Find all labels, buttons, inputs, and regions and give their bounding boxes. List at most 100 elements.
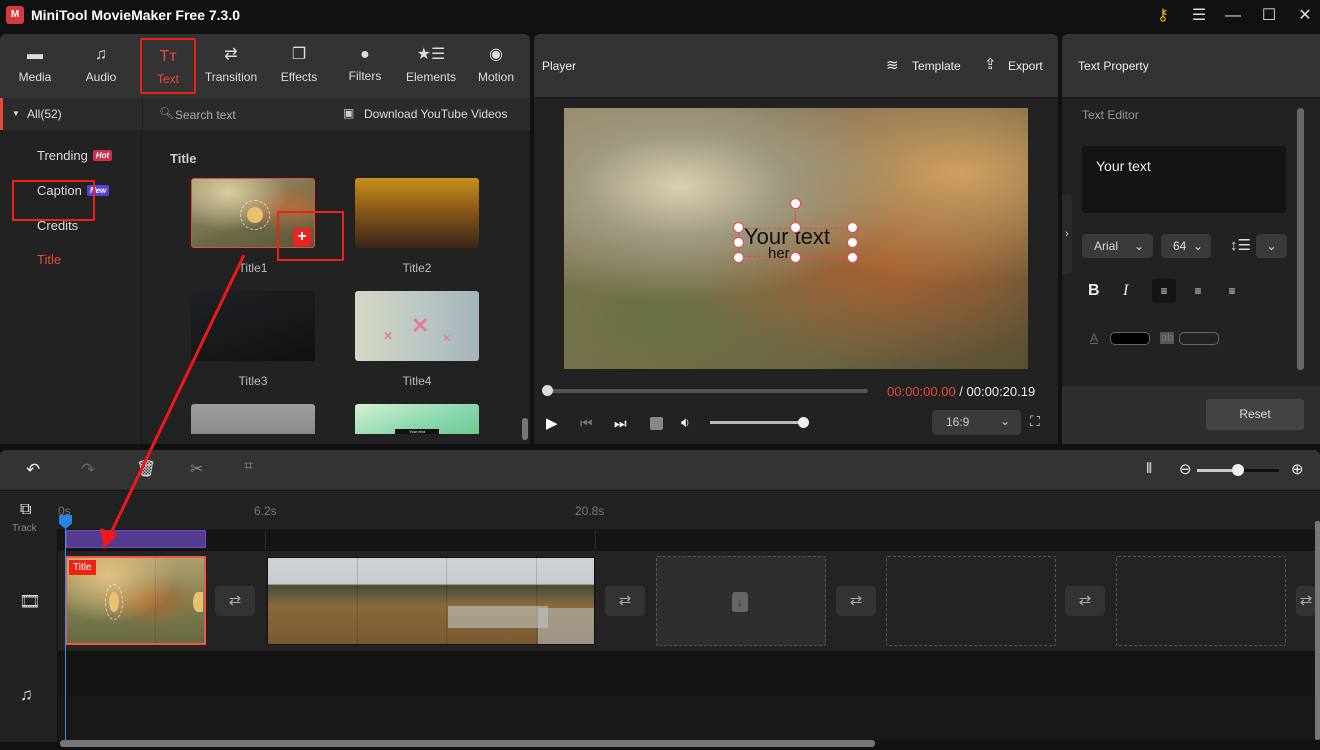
text-library: 🔍︎ Search text ▣ Download YouTube Videos…	[143, 98, 530, 444]
align-right-button[interactable]: ≡	[1220, 279, 1244, 303]
thumb-label: Title2	[402, 261, 432, 275]
transition-slot[interactable]: ⇄	[215, 586, 255, 616]
export-button[interactable]: Export	[1008, 59, 1043, 73]
volume-icon[interactable]: 🔉︎	[681, 414, 690, 431]
transition-slot[interactable]: ⇄	[1296, 586, 1316, 616]
resize-handle[interactable]	[733, 252, 744, 263]
seek-handle[interactable]	[542, 385, 553, 396]
empty-clip-slot[interactable]	[1116, 556, 1286, 646]
empty-clip-slot[interactable]	[886, 556, 1056, 646]
property-scrollbar[interactable]	[1297, 108, 1304, 370]
rotate-handle[interactable]	[790, 198, 801, 209]
sidebar-item-trending[interactable]: Trending Hot	[37, 148, 113, 163]
play-button[interactable]: ▶	[546, 414, 558, 432]
resize-handle[interactable]	[733, 237, 744, 248]
background-color-swatch[interactable]	[1179, 332, 1219, 345]
crop-button[interactable]: ⌗	[244, 458, 253, 476]
water-reflection	[448, 606, 548, 628]
tab-effects[interactable]: ❐ Effects	[267, 38, 331, 94]
line-spacing-icon[interactable]: ↕☰	[1230, 236, 1251, 254]
fullscreen-icon[interactable]: ⛶	[1030, 413, 1040, 430]
resize-handle[interactable]	[733, 222, 744, 233]
title-template-4[interactable]: ✕ ✕ ✕	[355, 291, 479, 361]
download-youtube-button[interactable]: Download YouTube Videos	[364, 107, 507, 121]
previous-frame-button[interactable]: ⏮	[580, 415, 593, 432]
title-template-6[interactable]: Your text	[355, 404, 479, 434]
motion-icon: ◉	[489, 46, 503, 63]
tab-motion[interactable]: ◉ Motion	[464, 38, 528, 94]
title-template-5[interactable]	[191, 404, 315, 434]
zoom-in-button[interactable]: ⊕	[1291, 460, 1304, 478]
text-editor-input[interactable]: Your text	[1082, 146, 1286, 213]
resize-handle[interactable]	[847, 252, 858, 263]
split-button[interactable]: ✂	[190, 459, 203, 479]
stop-button[interactable]	[650, 417, 663, 430]
seek-bar[interactable]	[546, 389, 868, 393]
chevron-down-icon: ⌄	[1193, 239, 1204, 253]
video-track-icon: 🎞︎	[19, 592, 41, 611]
transition-slot[interactable]: ⇄	[605, 586, 645, 616]
volume-handle[interactable]	[798, 417, 809, 428]
empty-clip-slot[interactable]: ↓	[656, 556, 826, 646]
key-icon[interactable]: ⚷	[1150, 4, 1176, 28]
tab-media[interactable]: ▬ Media	[3, 38, 67, 94]
collapse-panel-toggle[interactable]: ›	[1062, 194, 1072, 274]
transition-slot[interactable]: ⇄	[1065, 586, 1105, 616]
timeline-horizontal-scrollbar[interactable]	[60, 740, 875, 747]
align-left-button[interactable]: ≡	[1152, 279, 1176, 303]
minimize-button[interactable]: —	[1220, 4, 1246, 28]
text-color-swatch[interactable]	[1110, 332, 1150, 345]
zoom-out-button[interactable]: ⊖	[1179, 460, 1192, 478]
title-template-2[interactable]	[355, 178, 479, 248]
font-size-select[interactable]: 64 ⌄	[1161, 234, 1211, 258]
reset-button[interactable]: Reset	[1206, 399, 1304, 430]
resize-handle[interactable]	[847, 237, 858, 248]
tab-filters[interactable]: ● Filters	[333, 38, 397, 94]
undo-button[interactable]: ↶	[26, 460, 40, 480]
template-button[interactable]: Template	[912, 59, 961, 73]
tab-audio[interactable]: ♫ Audio	[69, 38, 133, 94]
resize-handle[interactable]	[790, 252, 801, 263]
tab-text[interactable]: Tт Text	[140, 38, 196, 94]
timeline-vertical-scrollbar[interactable]	[1315, 521, 1320, 740]
library-scrollbar[interactable]	[522, 418, 528, 440]
category-all[interactable]: ▼ All(52)	[0, 98, 142, 130]
bold-button[interactable]: B	[1088, 282, 1100, 300]
add-track-icon[interactable]: ⧉	[20, 501, 31, 519]
tab-transition[interactable]: ⇄ Transition	[198, 38, 264, 94]
sidebar-item-title[interactable]: Title	[37, 252, 61, 267]
timeline-ruler[interactable]: ⧉	[0, 491, 1320, 529]
thumb-label: Title4	[402, 374, 432, 388]
transition-slot[interactable]: ⇄	[836, 586, 876, 616]
video-preview[interactable]: Your text her	[564, 108, 1028, 369]
align-center-button[interactable]: ≡	[1186, 279, 1210, 303]
italic-button[interactable]: I	[1123, 282, 1128, 300]
x-decoration-icon: ✕	[383, 329, 394, 343]
redo-button[interactable]: ↷	[81, 460, 95, 480]
next-frame-button[interactable]: ⏭	[614, 415, 627, 432]
title-template-3[interactable]	[191, 291, 315, 361]
main-toolbar: ▬ Media ♫ Audio Tт Text ⇄ Transition ❐ Effect…	[0, 34, 530, 98]
overlay-subtext: her	[768, 245, 790, 262]
resize-handle[interactable]	[847, 222, 858, 233]
menu-icon[interactable]: ☰	[1186, 4, 1212, 28]
maximize-button[interactable]: ☐	[1256, 4, 1282, 28]
volume-slider[interactable]	[710, 421, 804, 424]
title-clip[interactable]: Title	[65, 556, 206, 645]
text-clip[interactable]	[66, 530, 206, 548]
aspect-ratio-select[interactable]: 16:9 ⌄	[932, 410, 1021, 435]
timeline-zoom-handle[interactable]	[1232, 464, 1244, 476]
fit-timeline-button[interactable]: ⦀	[1146, 460, 1152, 477]
resize-handle[interactable]	[790, 222, 801, 233]
video-clip[interactable]	[267, 557, 595, 645]
close-button[interactable]: ✕	[1292, 4, 1318, 28]
x-decoration-icon: ✕	[411, 313, 430, 338]
delete-button[interactable]: 🗑︎	[136, 459, 156, 479]
category-sidebar: ▼ All(52) Trending Hot Caption New Credits…	[0, 98, 142, 444]
tab-elements[interactable]: ★☰ Elements	[399, 38, 463, 94]
search-input[interactable]: Search text	[175, 108, 236, 122]
x-decoration-icon: ✕	[443, 333, 451, 343]
font-select[interactable]: Arial ⌄	[1082, 234, 1153, 258]
thumb-label: Title1	[238, 261, 268, 275]
line-spacing-select[interactable]: ⌄	[1256, 234, 1287, 258]
